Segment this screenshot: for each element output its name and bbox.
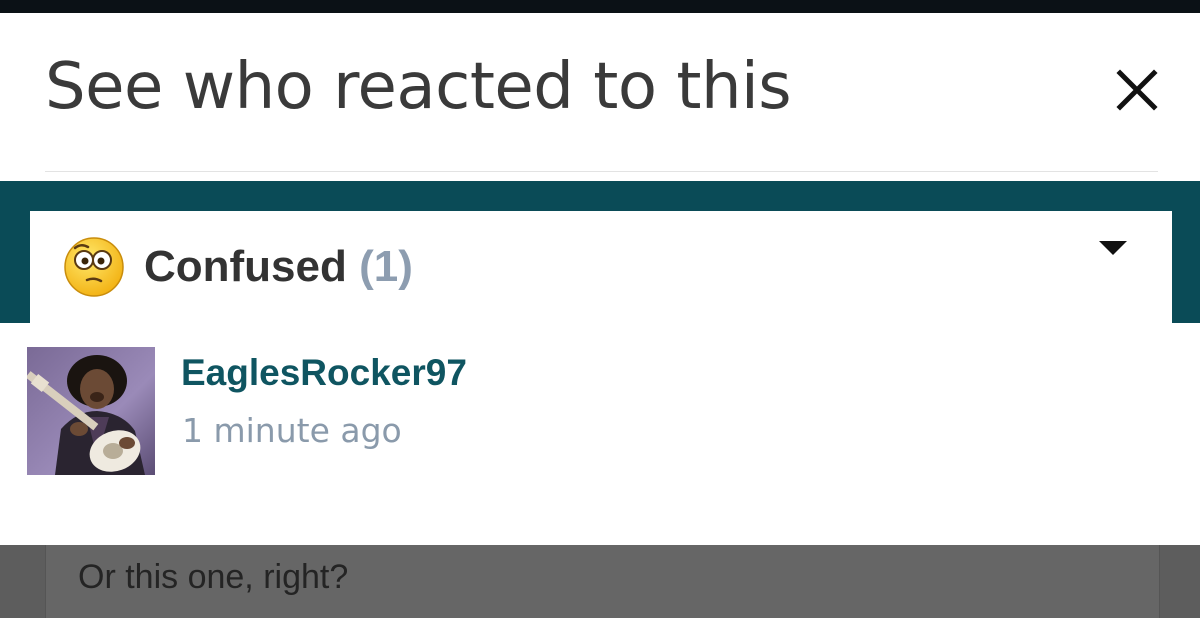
background-post-text: Or this one, right? (78, 558, 349, 596)
caret-down-icon (1099, 241, 1127, 255)
confused-face-icon (63, 236, 125, 298)
avatar[interactable] (27, 347, 155, 475)
modal-header: See who reacted to this (0, 13, 1200, 176)
modal-title: See who reacted to this (45, 50, 792, 124)
dropdown-button[interactable] (1097, 239, 1129, 262)
close-button[interactable] (1108, 61, 1166, 119)
list-item: EaglesRocker97 1 minute ago (0, 323, 1200, 545)
reactors-list: EaglesRocker97 1 minute ago (0, 323, 1200, 545)
reaction-timestamp: 1 minute ago (182, 411, 402, 450)
username-link[interactable]: EaglesRocker97 (181, 351, 467, 395)
background-post: Or this one, right? (45, 545, 1160, 618)
header-divider (45, 171, 1158, 172)
close-icon (1116, 69, 1158, 111)
modal-backdrop[interactable]: Or this one, right? (0, 545, 1200, 618)
reaction-count: (1) (359, 242, 413, 291)
status-bar (0, 0, 1200, 13)
tab-confused-reaction[interactable]: Confused (1) (30, 211, 1172, 331)
reaction-label: Confused (1) (144, 241, 413, 293)
reaction-name: Confused (144, 242, 347, 291)
